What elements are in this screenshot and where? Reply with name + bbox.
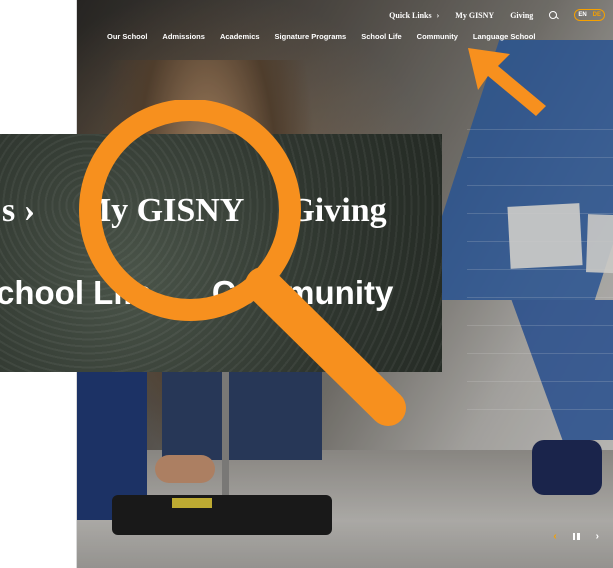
pause-icon[interactable] — [572, 533, 580, 540]
utility-nav: Quick Links › My GISNY Giving EN DE — [389, 9, 605, 21]
zoom-community-link: Community — [211, 274, 394, 311]
language-toggle[interactable]: EN DE — [574, 9, 605, 21]
nav-item-community[interactable]: Community — [417, 32, 458, 41]
search-icon[interactable] — [549, 10, 558, 20]
zoom-quick-links-fragment: s › — [2, 192, 36, 229]
quick-links-label: Quick Links — [389, 10, 432, 20]
nav-item-academics[interactable]: Academics — [220, 32, 260, 41]
my-gisny-link[interactable]: My GISNY — [455, 11, 494, 20]
zoom-school-life-fragment: chool Life — [0, 274, 152, 311]
nav-item-our-school[interactable]: Our School — [107, 32, 147, 41]
carousel-next-button[interactable]: › — [596, 531, 599, 542]
chevron-right-icon: › — [436, 10, 440, 20]
zoom-my-gisny-link: My GISNY — [79, 192, 245, 229]
zoom-giving-link: Giving — [288, 192, 387, 229]
zoom-row-bottom: chool Life Community — [0, 274, 393, 312]
carousel-prev-button[interactable]: ‹ — [553, 531, 556, 542]
zoom-row-top: s › My GISNY Giving — [0, 192, 387, 230]
lang-en-option[interactable]: EN — [578, 12, 586, 18]
nav-item-school-life[interactable]: School Life — [361, 32, 401, 41]
arrow-pointer-icon — [468, 48, 546, 116]
zoom-inset: s › My GISNY Giving chool Life Community — [0, 134, 442, 372]
lang-de-option[interactable]: DE — [593, 12, 601, 18]
nav-item-signature-programs[interactable]: Signature Programs — [275, 32, 347, 41]
carousel-controls: ‹ › — [553, 531, 599, 542]
giving-link[interactable]: Giving — [510, 11, 533, 20]
nav-item-admissions[interactable]: Admissions — [162, 32, 205, 41]
quick-links-menu[interactable]: Quick Links › — [389, 11, 439, 20]
